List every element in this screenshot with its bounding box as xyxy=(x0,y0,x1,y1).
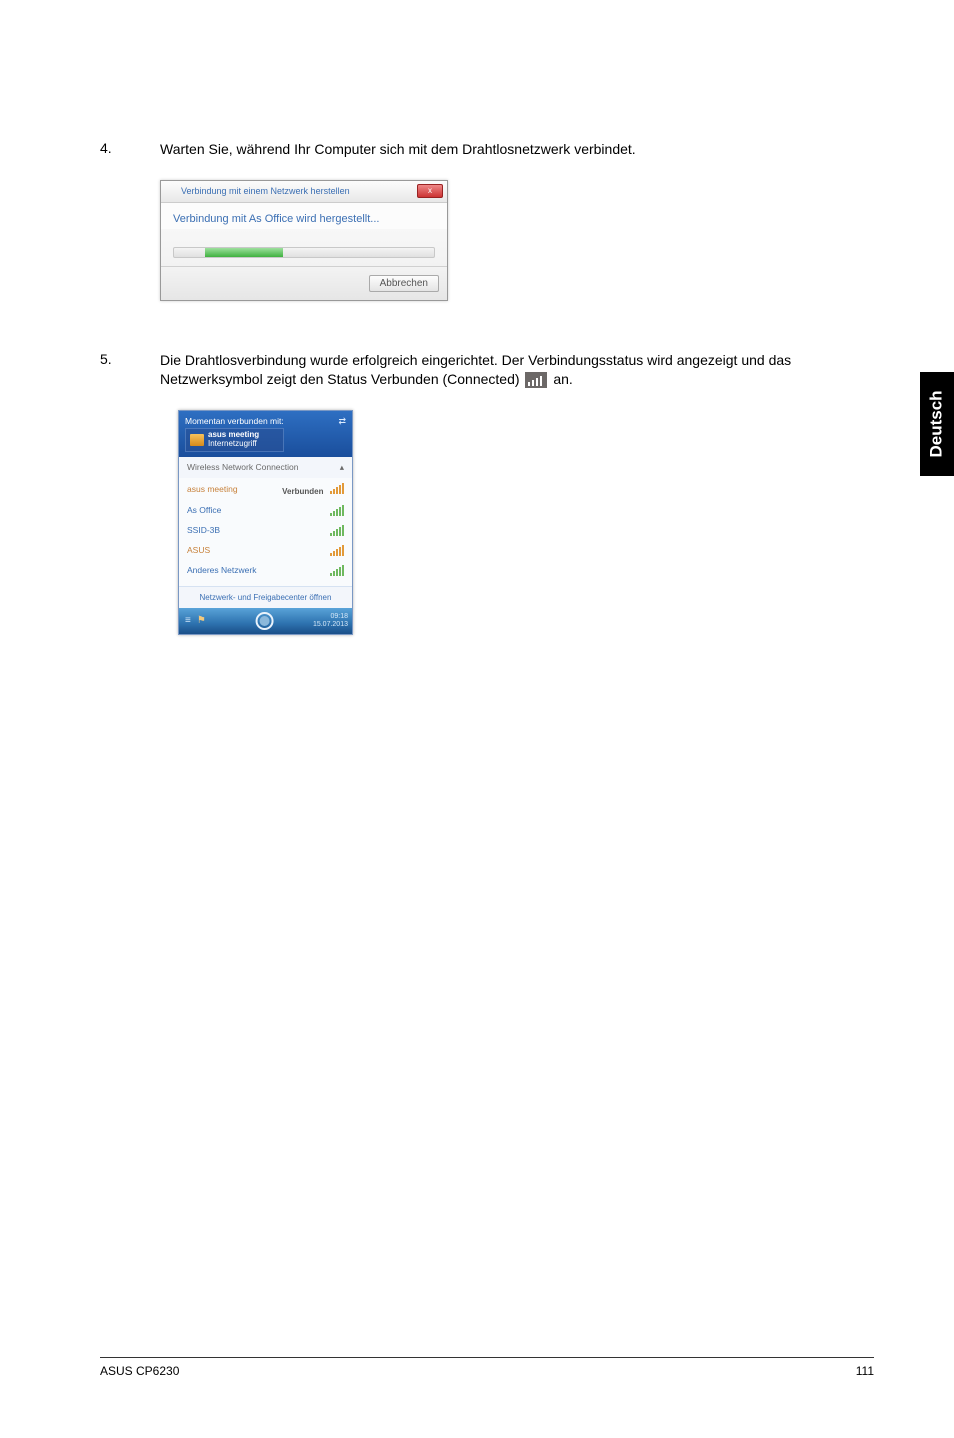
taskbar-clock: 09:18 15.07.2013 xyxy=(313,613,348,628)
collapse-arrow-icon[interactable]: ▴ xyxy=(340,462,344,473)
step-text: Warten Sie, während Ihr Computer sich mi… xyxy=(160,140,874,160)
step-number: 4. xyxy=(100,140,160,160)
taskbar-date: 15.07.2013 xyxy=(313,621,348,629)
dialog-body-text: Verbindung mit As Office wird hergestell… xyxy=(161,203,447,229)
popup-header: Momentan verbunden mit: asus meeting Int… xyxy=(179,411,352,457)
connecting-dialog: Verbindung mit einem Netzwerk herstellen… xyxy=(160,180,448,301)
callout-circle xyxy=(255,612,273,630)
cancel-button[interactable]: Abbrechen xyxy=(369,275,439,292)
signal-icon xyxy=(330,564,344,576)
step-5: 5. Die Drahtlosverbindung wurde erfolgre… xyxy=(100,351,874,390)
step-number: 5. xyxy=(100,351,160,390)
tray-flag-icon[interactable]: ⚑ xyxy=(197,615,206,626)
list-item[interactable]: asus meeting Verbunden xyxy=(187,478,344,500)
signal-icon xyxy=(330,544,344,556)
window-icon xyxy=(165,185,177,197)
section-label: Wireless Network Connection xyxy=(187,462,298,473)
close-icon[interactable]: x xyxy=(417,184,443,198)
header-top-text: Momentan verbunden mit: xyxy=(185,416,284,426)
net-text: asus meeting Internetzugriff xyxy=(208,431,259,449)
network-tray-icon[interactable] xyxy=(259,616,269,626)
taskbar-time: 09:18 xyxy=(313,613,348,621)
taskbar-tray-icons: ≡ ⚑ xyxy=(185,615,206,626)
taskbar: ≡ ⚑ 09:18 15.07.2013 xyxy=(179,608,352,634)
refresh-icon[interactable]: ⇄ xyxy=(338,416,346,427)
language-label: Deutsch xyxy=(927,390,947,457)
list-item[interactable]: ASUS xyxy=(187,540,344,560)
dialog-footer: Abbrechen xyxy=(161,266,447,300)
network-status-icon xyxy=(190,434,204,446)
connected-network-sub: Internetzugriff xyxy=(208,440,259,449)
language-tab: Deutsch xyxy=(920,372,954,476)
dialog-title: Verbindung mit einem Netzwerk herstellen xyxy=(181,186,350,196)
signal-icon xyxy=(330,482,344,494)
signal-icon xyxy=(330,504,344,516)
network-name: Anderes Netzwerk xyxy=(187,565,256,575)
network-popup: Momentan verbunden mit: asus meeting Int… xyxy=(178,410,353,635)
page-footer: ASUS CP6230 111 xyxy=(100,1357,874,1378)
popup-header-left: Momentan verbunden mit: asus meeting Int… xyxy=(185,416,284,452)
network-name: SSID-3B xyxy=(187,525,220,535)
open-network-center-link[interactable]: Netzwerk- und Freigabecenter öffnen xyxy=(179,586,352,608)
network-status: Verbunden xyxy=(282,487,323,496)
signal-icon xyxy=(330,524,344,536)
footer-product: ASUS CP6230 xyxy=(100,1364,179,1378)
step-text-part1: Die Drahtlosverbindung wurde erfolgreich… xyxy=(160,352,791,388)
signal-bars-icon xyxy=(525,372,547,388)
progress-bar xyxy=(173,247,435,258)
section-title: Wireless Network Connection ▴ xyxy=(179,457,352,478)
list-item[interactable]: Anderes Netzwerk xyxy=(187,560,344,580)
network-list: asus meeting Verbunden As Office SSID-3B… xyxy=(179,478,352,586)
connected-network-block: asus meeting Internetzugriff xyxy=(185,428,284,452)
step-4: 4. Warten Sie, während Ihr Computer sich… xyxy=(100,140,874,160)
network-name: ASUS xyxy=(187,545,210,555)
tray-arrow-icon[interactable]: ≡ xyxy=(185,615,191,626)
dialog-titlebar: Verbindung mit einem Netzwerk herstellen… xyxy=(161,181,447,203)
list-item[interactable]: SSID-3B xyxy=(187,520,344,540)
list-item[interactable]: As Office xyxy=(187,500,344,520)
network-name: As Office xyxy=(187,505,221,515)
progress-fill xyxy=(205,248,283,257)
step-text-part2: an. xyxy=(553,371,572,387)
footer-page-number: 111 xyxy=(856,1364,874,1378)
network-name: asus meeting xyxy=(187,484,238,494)
step-text: Die Drahtlosverbindung wurde erfolgreich… xyxy=(160,351,874,390)
